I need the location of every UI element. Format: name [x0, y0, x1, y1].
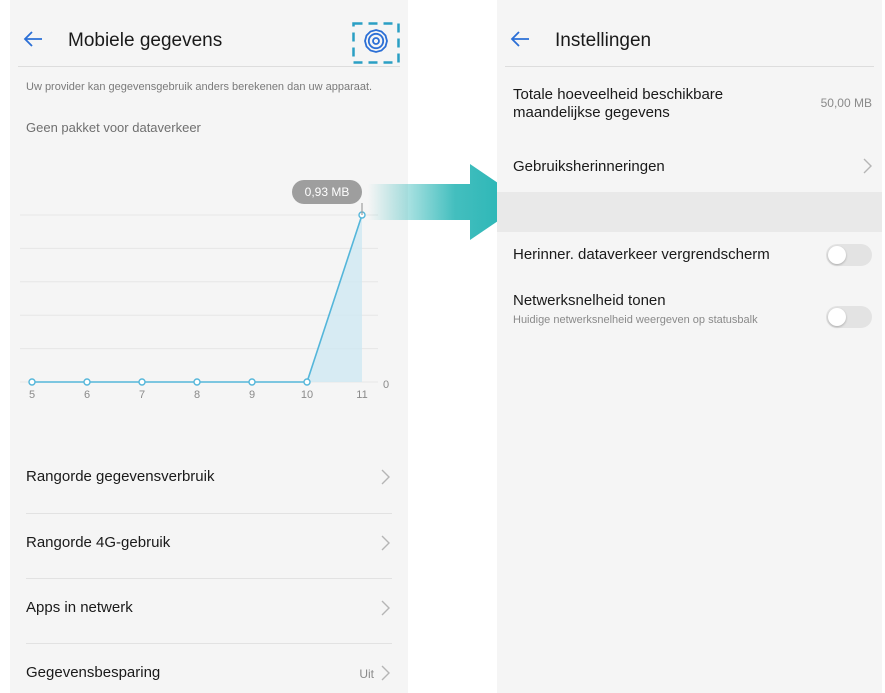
data-point	[83, 378, 91, 386]
page-title: Instellingen	[555, 30, 652, 51]
toggle-knob	[828, 246, 846, 264]
data-point	[193, 378, 201, 386]
chevron-right-icon	[381, 600, 390, 616]
settings-screen: Instellingen Totale hoeveelheid beschikb…	[497, 0, 882, 693]
header: Mobiele gegevens	[10, 0, 408, 64]
network-apps-label: Apps in netwerk	[26, 599, 133, 616]
y-tick-label: 0	[383, 379, 389, 391]
section-separator	[497, 192, 882, 232]
data-saver-row[interactable]: Gegevensbesparing Uit	[10, 643, 408, 693]
usage-ranking-row[interactable]: Rangorde gegevensverbruik	[10, 447, 408, 511]
data-point	[303, 378, 311, 386]
monthly-data-label: Totale hoeveelheid beschikbare maandelij…	[513, 86, 724, 121]
data-saver-value: Uit	[359, 667, 374, 681]
usage-ranking-label: Rangorde gegevensverbruik	[26, 468, 215, 485]
x-tick-label: 10	[301, 389, 313, 401]
data-saver-label: Gegevensbesparing	[26, 664, 161, 681]
chevron-right-icon	[863, 158, 872, 174]
network-speed-description: Huidige netwerksnelheid weergeven op sta…	[513, 314, 758, 326]
chevron-right-icon	[381, 535, 390, 551]
data-point	[28, 378, 36, 386]
network-speed-toggle[interactable]	[826, 306, 872, 328]
usage-reminders-label: Gebruiksherinneringen	[513, 158, 665, 175]
toggle-knob	[828, 308, 846, 326]
page-title: Mobiele gegevens	[68, 30, 223, 51]
usage-chart: 5 6 7 8 9 10 11 0 0,93 MB	[20, 180, 389, 401]
usage-reminders-row[interactable]: Gebruiksherinneringen	[497, 140, 882, 192]
plan-status: Geen pakket voor dataverkeer	[26, 120, 201, 135]
x-tick-label: 7	[139, 389, 145, 401]
monthly-data-value: 50,00 MB	[820, 96, 872, 110]
network-apps-row[interactable]: Apps in netwerk	[10, 578, 408, 642]
usage-area	[32, 215, 362, 382]
lockscreen-reminder-row[interactable]: Herinner. dataverkeer vergrendscherm	[497, 232, 882, 280]
arrow-left-icon[interactable]	[22, 28, 44, 50]
lockscreen-reminder-label: Herinner. dataverkeer vergrendscherm	[513, 246, 770, 263]
chevron-right-icon	[381, 665, 390, 681]
x-tick-label: 9	[249, 389, 255, 401]
header-divider	[18, 66, 400, 67]
provider-note: Uw provider kan gegevensgebruik anders b…	[26, 81, 373, 93]
data-point	[248, 378, 256, 386]
header-divider	[505, 66, 874, 67]
network-speed-label: Netwerksnelheid tonen	[513, 292, 666, 309]
callout-label: 0,93 MB	[305, 185, 350, 199]
mobile-data-screen: Mobiele gegevens Uw provider kan gegeven…	[10, 0, 408, 693]
arrow-left-icon[interactable]	[509, 28, 531, 50]
x-tick-label: 5	[29, 389, 35, 401]
monthly-data-row[interactable]: Totale hoeveelheid beschikbare maandelij…	[497, 80, 882, 140]
x-tick-label: 11	[356, 389, 367, 401]
x-tick-label: 8	[194, 389, 200, 401]
4g-ranking-label: Rangorde 4G-gebruik	[26, 534, 171, 551]
header: Instellingen	[497, 0, 882, 64]
network-speed-row[interactable]: Netwerksnelheid tonen Huidige netwerksne…	[497, 280, 882, 360]
x-tick-label: 6	[84, 389, 90, 401]
lockscreen-reminder-toggle[interactable]	[826, 244, 872, 266]
chevron-right-icon	[381, 469, 390, 485]
usage-line	[32, 214, 363, 383]
4g-ranking-row[interactable]: Rangorde 4G-gebruik	[10, 513, 408, 577]
settings-button[interactable]	[352, 22, 400, 64]
gear-icon	[364, 29, 388, 53]
data-point	[138, 378, 146, 386]
